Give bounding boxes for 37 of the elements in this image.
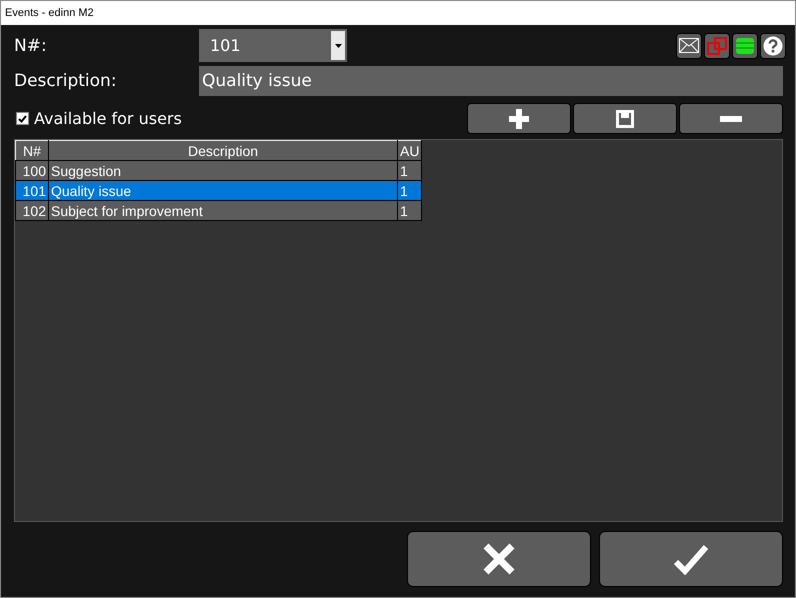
mail-button[interactable] — [676, 32, 702, 58]
checkbox-label: Available for users — [34, 109, 182, 128]
table-cell: Suggestion — [48, 160, 398, 180]
description-label: Description: — [14, 71, 118, 91]
column-header[interactable]: AU — [398, 140, 422, 160]
table-cell: 102 — [16, 200, 48, 220]
minus-icon — [720, 116, 742, 122]
number-label: N#: — [14, 36, 48, 56]
plus-icon — [509, 108, 529, 128]
ok-button[interactable] — [599, 531, 783, 587]
checkbox[interactable] — [16, 112, 29, 125]
remove-button[interactable] — [679, 103, 783, 134]
column-header[interactable]: N# — [16, 140, 48, 160]
table-cell: 1 — [398, 200, 422, 220]
number-dropdown[interactable]: 101 — [199, 29, 347, 62]
save-button[interactable] — [573, 103, 677, 134]
description-field[interactable]: Quality issue — [199, 66, 783, 96]
table-cell: 1 — [398, 160, 422, 180]
table-cell: 101 — [16, 180, 48, 200]
help-icon — [763, 36, 783, 56]
checkmark-icon — [673, 543, 709, 575]
close-icon — [482, 542, 516, 576]
overlapping-squares-icon — [707, 36, 727, 56]
column-header[interactable]: Description — [48, 140, 398, 160]
window-title: Events - edinn M2 — [5, 7, 94, 19]
database-button[interactable] — [732, 32, 758, 58]
database-icon — [736, 36, 754, 56]
caret-icon — [334, 44, 342, 48]
mail-icon — [679, 38, 699, 53]
windows-button[interactable] — [704, 32, 730, 58]
table-cell: 100 — [16, 160, 48, 180]
table-cell: 1 — [398, 180, 422, 200]
help-button[interactable] — [760, 32, 786, 58]
table-cell: Subject for improvement — [48, 200, 398, 220]
table-cell: Quality issue — [48, 180, 398, 200]
add-button[interactable] — [467, 103, 571, 134]
cancel-button[interactable] — [407, 531, 591, 587]
